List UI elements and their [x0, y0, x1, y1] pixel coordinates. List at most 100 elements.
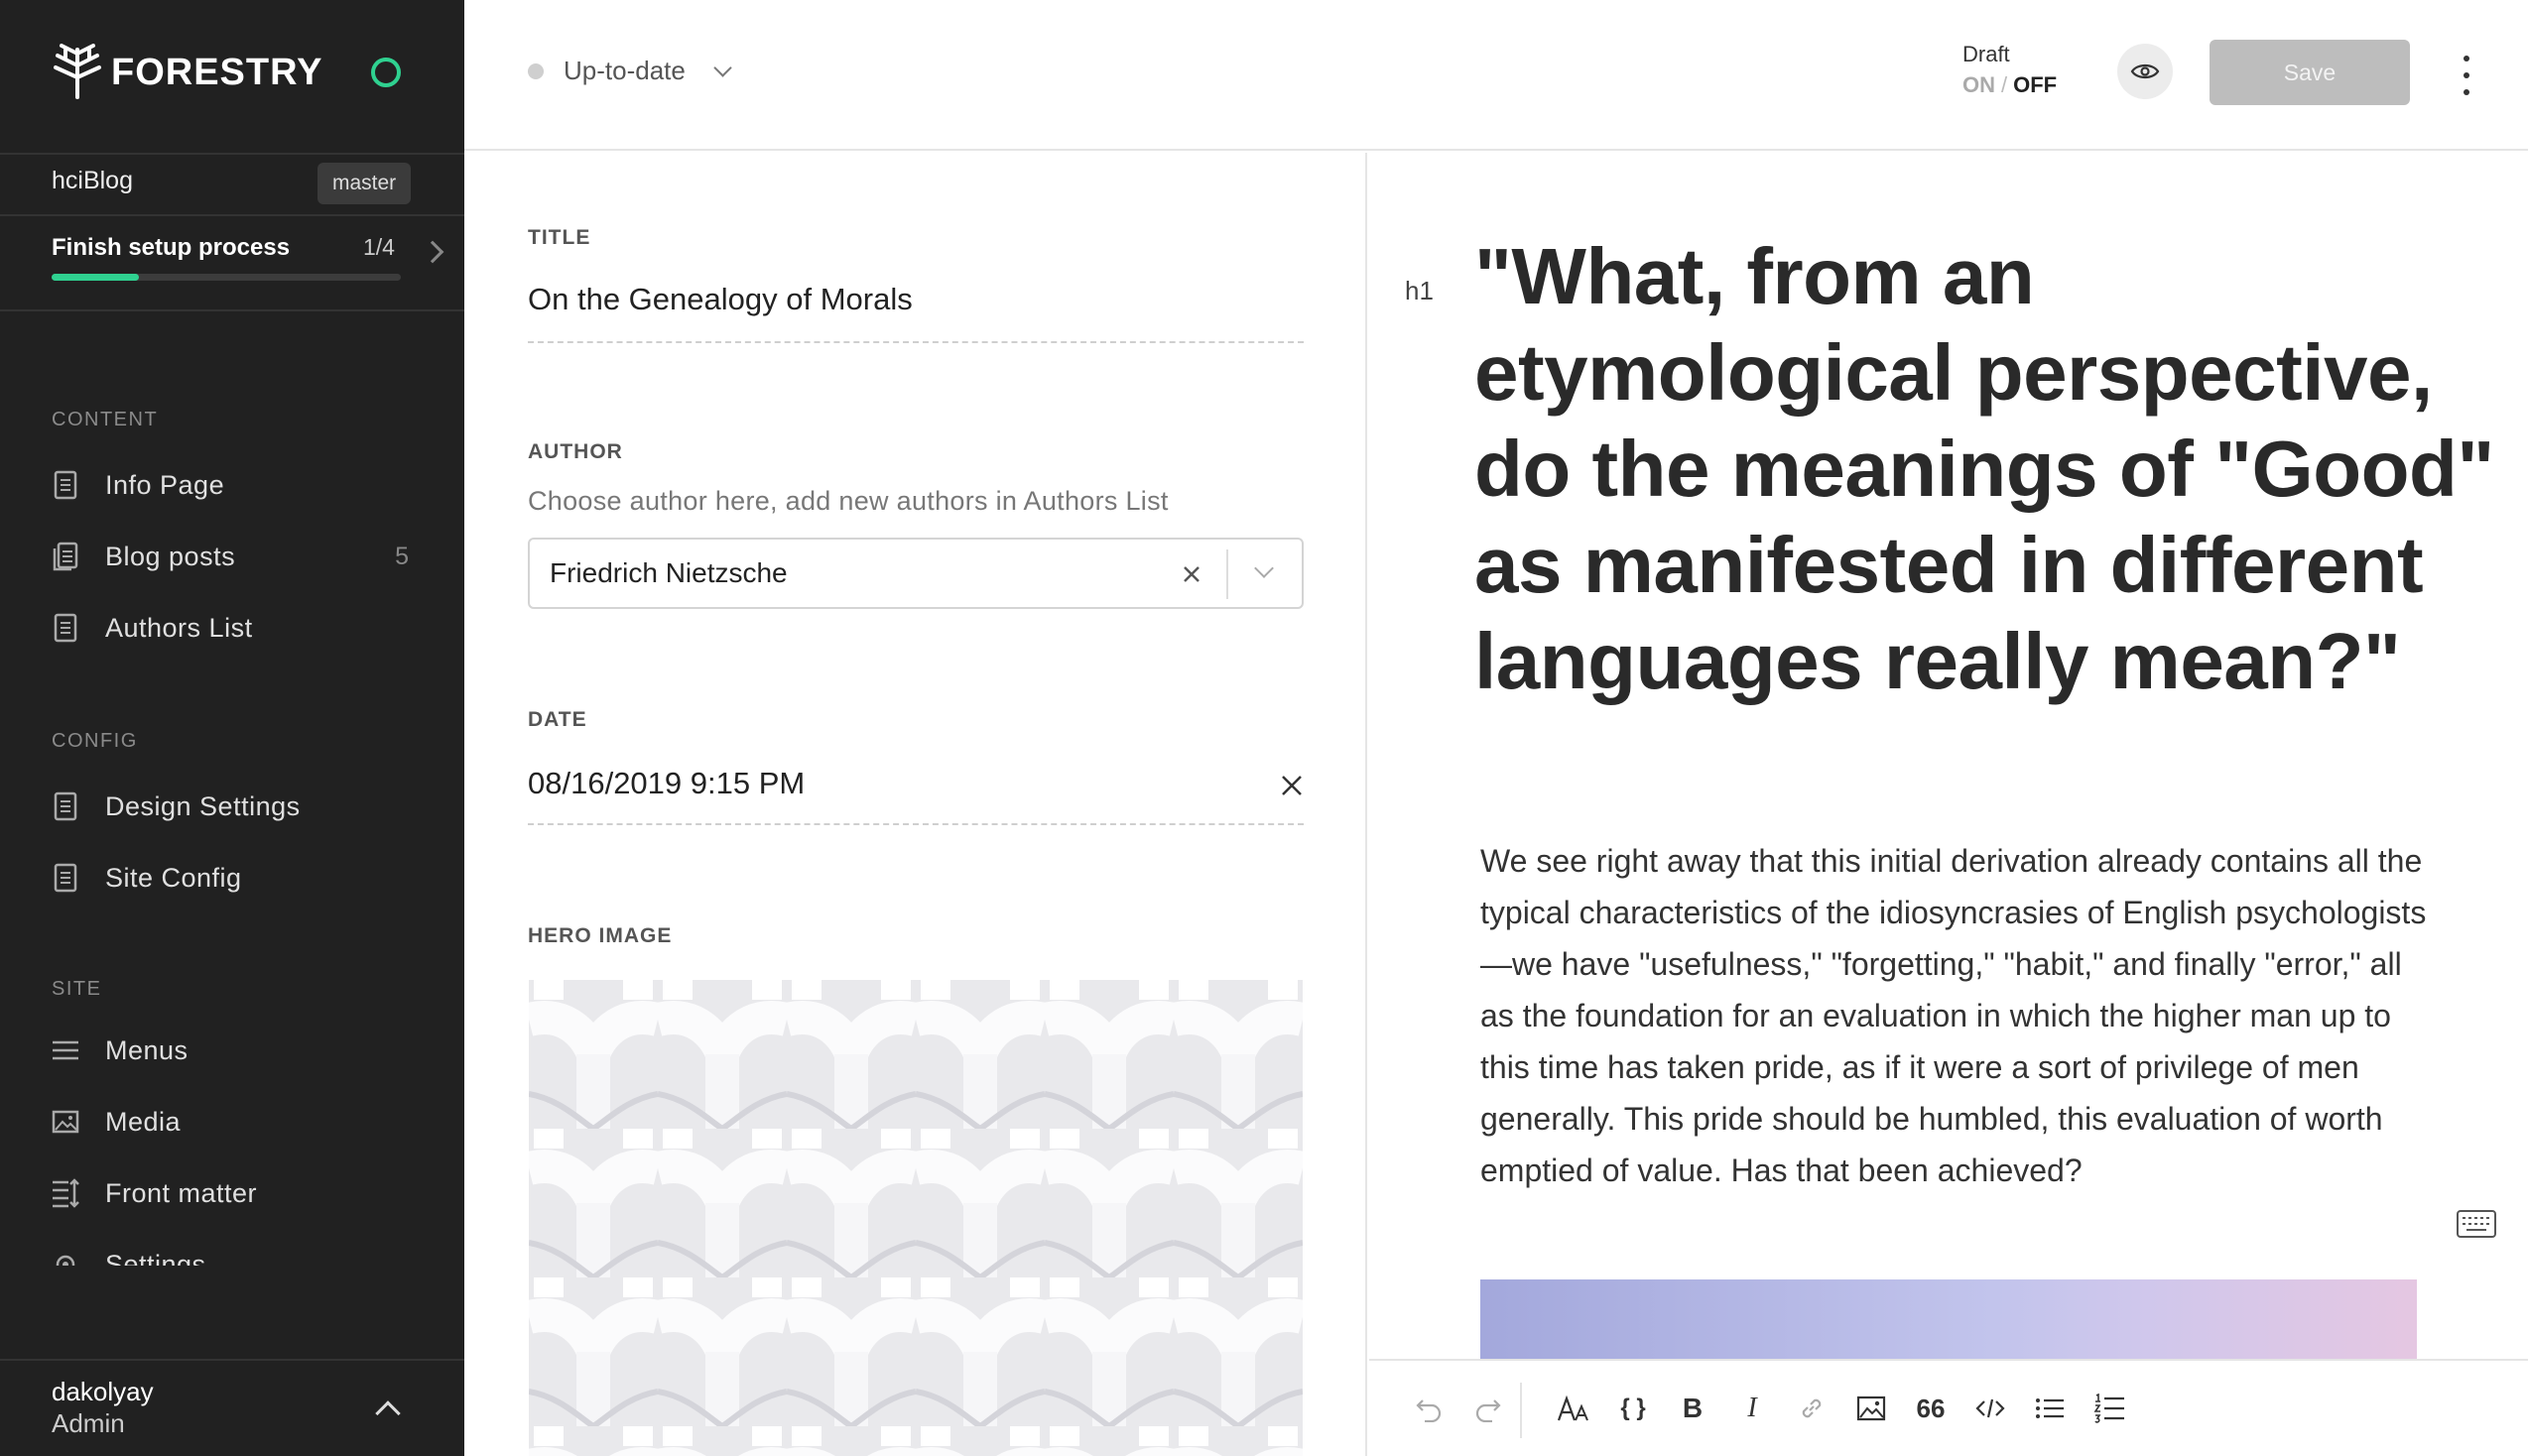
- setup-count: 1/4: [363, 234, 395, 260]
- hero-image-label: HERO IMAGE: [528, 924, 673, 947]
- app-root: FORESTRY hciBlog master Finish setup pro…: [0, 0, 2528, 1456]
- document-icon: [52, 469, 79, 501]
- setup-label: Finish setup process: [52, 234, 291, 261]
- brand-logo[interactable]: FORESTRY: [52, 44, 323, 101]
- sidebar-item-label: Info Page: [105, 469, 225, 500]
- draft-label: Draft: [1962, 42, 2010, 66]
- date-input[interactable]: 08/16/2019 9:15 PM: [528, 766, 805, 801]
- bold-icon[interactable]: B: [1673, 1389, 1712, 1428]
- user-menu[interactable]: dakolyay Admin: [0, 1359, 464, 1456]
- sidebar-scroll-clip: Settings: [0, 1218, 464, 1266]
- eye-icon: [2130, 63, 2160, 79]
- sidebar-item-label: Design Settings: [105, 790, 301, 821]
- date-underline: [528, 823, 1304, 825]
- content-editor[interactable]: h1 "What, from an etymological perspecti…: [1369, 153, 2528, 1359]
- title-underline: [528, 341, 1304, 343]
- setup-progress-fill: [52, 274, 139, 281]
- keyboard-icon[interactable]: [2457, 1210, 2496, 1238]
- undo-icon[interactable]: [1409, 1389, 1449, 1428]
- user-role: Admin: [52, 1408, 125, 1438]
- block-type-marker: h1: [1405, 276, 1434, 305]
- section-label-site: SITE: [52, 978, 102, 1000]
- site-name[interactable]: hciBlog: [52, 167, 133, 195]
- status-indicator-icon[interactable]: [371, 58, 401, 87]
- editor-toolbar: { } B I 66: [1369, 1359, 2528, 1456]
- branch-badge[interactable]: master: [317, 163, 412, 204]
- clear-date-icon[interactable]: [1278, 772, 1306, 799]
- document-icon: [52, 862, 79, 894]
- quote-icon[interactable]: 66: [1911, 1389, 1951, 1428]
- sidebar-item-media[interactable]: Media: [52, 1099, 409, 1145]
- sync-status-dot: [528, 63, 544, 79]
- blog-posts-count: 5: [395, 542, 409, 570]
- author-select-value: Friedrich Nietzsche: [550, 557, 788, 588]
- sidebar-item-label: Front matter: [105, 1177, 258, 1208]
- documents-icon: [52, 541, 79, 572]
- draft-toggle[interactable]: ON / OFF: [1962, 72, 2057, 98]
- image-icon[interactable]: [1851, 1389, 1891, 1428]
- sidebar: FORESTRY hciBlog master Finish setup pro…: [0, 0, 464, 1456]
- sidebar-item-label: Menus: [105, 1034, 189, 1065]
- hero-image-pattern: [529, 980, 1303, 1456]
- user-name: dakolyay: [52, 1377, 154, 1406]
- chevron-down-icon: [713, 59, 732, 77]
- italic-icon[interactable]: I: [1732, 1389, 1772, 1428]
- top-bar: Up-to-date Draft ON / OFF Save: [464, 0, 2528, 151]
- select-separator: [1226, 549, 1228, 599]
- content-heading[interactable]: "What, from an etymological perspective,…: [1474, 228, 2506, 709]
- code-block-icon[interactable]: { }: [1613, 1389, 1653, 1428]
- draft-separator: /: [2001, 72, 2008, 97]
- image-icon: [52, 1106, 79, 1138]
- title-input[interactable]: On the Genealogy of Morals: [528, 282, 913, 317]
- section-label-config: CONFIG: [52, 730, 138, 752]
- sidebar-item-front-matter[interactable]: Front matter: [52, 1170, 409, 1216]
- sidebar-item-label: Settings: [105, 1249, 206, 1267]
- redo-icon[interactable]: [1468, 1389, 1508, 1428]
- clear-icon[interactable]: [1175, 557, 1208, 591]
- document-icon: [52, 612, 79, 644]
- draft-on-option[interactable]: ON: [1962, 72, 1995, 97]
- sidebar-item-label: Media: [105, 1106, 182, 1137]
- link-icon[interactable]: [1792, 1389, 1832, 1428]
- toolbar-separator: [1520, 1383, 1522, 1438]
- document-icon: [52, 790, 79, 822]
- sidebar-item-settings[interactable]: Settings: [52, 1242, 409, 1266]
- sidebar-item-info-page[interactable]: Info Page: [52, 462, 409, 508]
- more-options-icon[interactable]: [2455, 56, 2478, 95]
- brand-name: FORESTRY: [111, 51, 323, 93]
- numbered-list-icon[interactable]: [2089, 1389, 2129, 1428]
- preview-button[interactable]: [2117, 44, 2173, 99]
- bullet-list-icon[interactable]: [2030, 1389, 2070, 1428]
- sync-status-label: Up-to-date: [564, 56, 686, 85]
- sidebar-item-label: Blog posts: [105, 541, 236, 571]
- author-select[interactable]: Friedrich Nietzsche: [528, 538, 1304, 609]
- sidebar-divider: [0, 309, 464, 311]
- sidebar-item-label: Site Config: [105, 862, 242, 893]
- title-label: TITLE: [528, 226, 591, 249]
- content-paragraph[interactable]: We see right away that this initial deri…: [1480, 835, 2433, 1196]
- sidebar-item-site-config[interactable]: Site Config: [52, 855, 409, 901]
- sidebar-item-authors-list[interactable]: Authors List: [52, 605, 409, 651]
- sidebar-item-design-settings[interactable]: Design Settings: [52, 784, 409, 829]
- chevron-up-icon: [375, 1400, 401, 1426]
- text-size-icon[interactable]: [1554, 1389, 1593, 1428]
- chevron-down-icon[interactable]: [1254, 558, 1274, 578]
- date-label: DATE: [528, 708, 587, 731]
- front-matter-form: TITLE On the Genealogy of Morals AUTHOR …: [464, 153, 1367, 1456]
- section-label-content: CONTENT: [52, 409, 159, 430]
- menu-icon: [52, 1034, 79, 1066]
- setup-progress-bar: [52, 274, 401, 281]
- sidebar-item-menus[interactable]: Menus: [52, 1028, 409, 1073]
- inline-code-icon[interactable]: [1970, 1389, 2010, 1428]
- sidebar-divider: [0, 214, 464, 216]
- hero-image-preview[interactable]: [529, 980, 1303, 1456]
- save-button[interactable]: Save: [2210, 40, 2410, 105]
- chevron-right-icon: [421, 240, 444, 264]
- front-matter-icon: [52, 1177, 79, 1209]
- author-help-text: Choose author here, add new authors in A…: [528, 486, 1169, 516]
- draft-off-option[interactable]: OFF: [2013, 72, 2057, 97]
- sidebar-item-blog-posts[interactable]: Blog posts 5: [52, 534, 409, 579]
- sidebar-divider: [0, 153, 464, 155]
- content-image[interactable]: [1480, 1279, 2417, 1359]
- author-label: AUTHOR: [528, 440, 623, 463]
